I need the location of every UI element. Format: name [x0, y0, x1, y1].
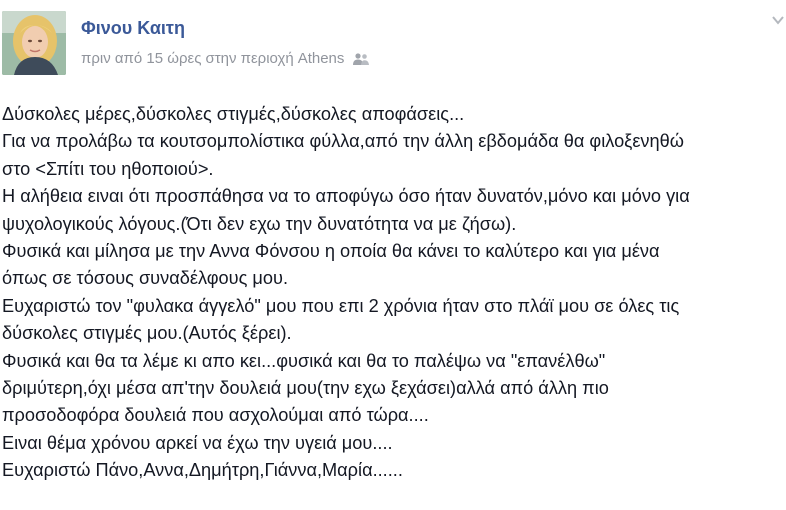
post-body: Δύσκολες μέρες,δύσκολες στιγμές,δύσκολες…	[2, 101, 784, 485]
post-line: Για να προλάβω τα κουτσομπολίστικα φύλλα…	[2, 131, 684, 152]
post-line: Φυσικά και θα τα λέμε κι απο κει...φυσικ…	[2, 350, 606, 371]
post-line: προσοδοφόρα δουλειά που ασχολούμαι από τ…	[2, 405, 429, 426]
post-line: όπως σε τόσους συναδέλφους μου.	[2, 268, 288, 289]
post-line: Η αλήθεια ειναι ότι προσπάθησα να το απο…	[2, 186, 690, 207]
post-line: Ειναι θέμα χρόνου αρκεί να έχω την υγειά…	[2, 432, 393, 453]
location-prefix: στην περιοχή	[205, 50, 294, 67]
post-line: Δύσκολες μέρες,δύσκολες στιγμές,δύσκολες…	[2, 104, 465, 124]
timestamp[interactable]: πριν από 15 ώρες	[81, 50, 201, 67]
avatar-photo	[2, 11, 66, 75]
facebook-post: Φινου Καιτη πριν από 15 ώρες στην περιοχ…	[0, 0, 786, 510]
location-link[interactable]: Athens	[298, 50, 345, 67]
post-line: ψυχολογικούς λόγους.(Ότι δεν εχω την δυν…	[2, 213, 517, 234]
author-name[interactable]: Φινου Καιτη	[81, 18, 185, 39]
post-line: στο <Σπίτι του ηθοποιού>.	[2, 158, 214, 179]
post-line: δύσκολες στιγμές μου.(Αυτός ξέρει).	[2, 323, 292, 344]
friends-icon[interactable]	[352, 52, 370, 66]
post-line: Ευχαριστώ Πάνο,Αννα,Δημήτρη,Γιάννα,Μαρία…	[2, 460, 403, 481]
chevron-down-icon[interactable]	[772, 12, 784, 25]
post-line: δριμύτερη,όχι μέσα απ'την δουλειά μου(τη…	[2, 378, 609, 399]
post-line: Φυσικά και μίλησα με την Αννα Φόνσου η ο…	[2, 241, 660, 262]
post-line: Ευχαριστώ τον "φυλακα άγγελό" μου που επ…	[2, 295, 680, 316]
avatar[interactable]	[2, 11, 66, 75]
post-meta: πριν από 15 ώρες στην περιοχή Athens	[81, 50, 370, 67]
